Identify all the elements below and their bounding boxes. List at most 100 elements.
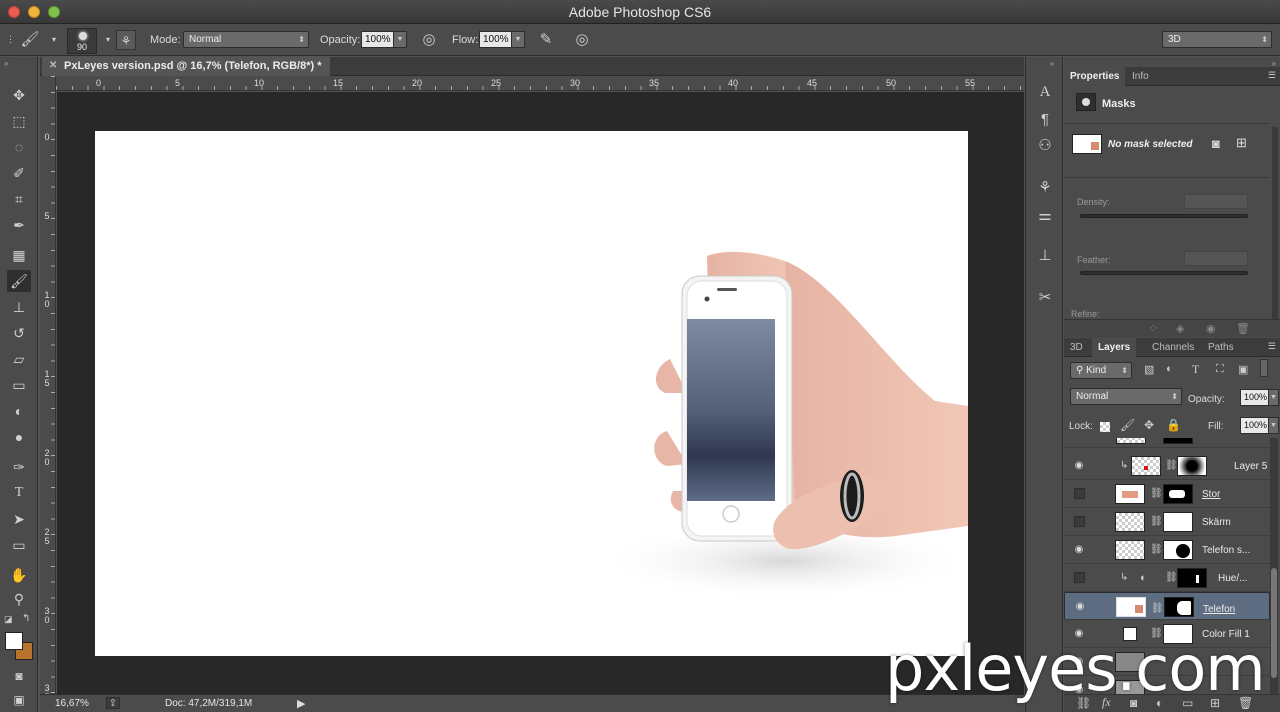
opacity-field[interactable]: 100% bbox=[361, 31, 394, 48]
canvas-area[interactable] bbox=[57, 92, 1024, 694]
move-tool-icon[interactable]: ✥ bbox=[7, 84, 31, 106]
vector-mask-icon[interactable]: ⊞ bbox=[1236, 135, 1247, 151]
foreground-color-swatch[interactable] bbox=[5, 632, 23, 650]
filter-type-icon[interactable]: T bbox=[1192, 362, 1199, 377]
filter-toggle[interactable] bbox=[1260, 359, 1268, 377]
expand-icon[interactable]: « bbox=[1050, 59, 1054, 68]
panel-menu-icon[interactable]: ☰ bbox=[1268, 341, 1276, 352]
layers-scrollbar[interactable] bbox=[1270, 438, 1278, 694]
tab-channels[interactable]: Channels bbox=[1146, 338, 1200, 357]
gradient-tool-icon[interactable]: ▭ bbox=[7, 374, 31, 396]
filter-adjustment-icon[interactable]: ◐ bbox=[1166, 363, 1173, 375]
eye-icon[interactable]: ◉ bbox=[1073, 601, 1087, 613]
brush-tool-icon[interactable]: 🖌 bbox=[7, 270, 31, 292]
layer-filter-select[interactable]: ⚲ Kind ⬍ bbox=[1070, 362, 1132, 379]
brush-presets-panel-icon[interactable]: ⚘ bbox=[1034, 177, 1056, 199]
brush-preset-picker[interactable]: 90 bbox=[67, 28, 97, 54]
density-slider[interactable] bbox=[1080, 214, 1248, 218]
tab-properties[interactable]: Properties bbox=[1064, 67, 1126, 86]
fill-field[interactable]: 100% bbox=[1240, 417, 1270, 434]
properties-scrollbar[interactable] bbox=[1272, 127, 1278, 327]
styles-panel-icon[interactable]: ⚇ bbox=[1034, 135, 1056, 157]
feather-field[interactable] bbox=[1184, 251, 1248, 266]
lock-pixels-icon[interactable]: 🖌 bbox=[1120, 418, 1135, 432]
eye-icon[interactable]: ◉ bbox=[1206, 322, 1216, 335]
chevron-down-icon[interactable]: ▾ bbox=[44, 30, 64, 50]
filter-smart-object-icon[interactable]: ▣ bbox=[1238, 363, 1248, 376]
dodge-tool-icon[interactable]: ● bbox=[7, 426, 31, 448]
close-icon[interactable]: ✕ bbox=[49, 60, 57, 71]
pen-tool-icon[interactable]: ✑ bbox=[7, 456, 31, 478]
chevron-down-icon[interactable]: ▾ bbox=[98, 30, 118, 50]
visibility-toggle[interactable] bbox=[1074, 516, 1085, 527]
tab-info[interactable]: Info bbox=[1126, 67, 1155, 86]
tab-3d[interactable]: 3D bbox=[1064, 338, 1089, 357]
brush-panel-toggle-icon[interactable]: ⚘ bbox=[116, 30, 136, 50]
blur-tool-icon[interactable]: ◐ bbox=[7, 400, 31, 422]
selection-icon[interactable]: ⁘ bbox=[1149, 322, 1158, 335]
pressure-size-icon[interactable]: ◎ bbox=[572, 30, 592, 50]
brush-tool-preset-icon[interactable]: 🖌 bbox=[20, 30, 40, 50]
quick-mask-icon[interactable]: ◙ bbox=[7, 665, 31, 687]
collapse-icon[interactable]: » bbox=[4, 59, 8, 68]
blend-mode-select[interactable]: Normal ⬍ bbox=[1070, 388, 1182, 405]
brush-panel-icon[interactable]: ⚌ bbox=[1034, 205, 1056, 227]
layer-row-skarm[interactable]: ⛓ Skärm bbox=[1064, 508, 1270, 536]
layer-row-telefon-s[interactable]: ◉ ⛓ Telefon s... bbox=[1064, 536, 1270, 564]
path-selection-tool-icon[interactable]: ➤ bbox=[7, 508, 31, 530]
history-brush-tool-icon[interactable]: ↺ bbox=[7, 322, 31, 344]
fill-dropdown[interactable]: ▼ bbox=[1268, 417, 1279, 434]
quick-selection-tool-icon[interactable]: ✐ bbox=[7, 162, 31, 184]
trash-icon[interactable]: 🗑 bbox=[1236, 322, 1250, 335]
opacity-dropdown-button[interactable]: ▼ bbox=[393, 31, 407, 48]
tab-layers[interactable]: Layers bbox=[1092, 338, 1137, 357]
marquee-tool-icon[interactable]: ⬚ bbox=[7, 110, 31, 132]
lasso-tool-icon[interactable]: ◌ bbox=[7, 136, 31, 158]
document-tab[interactable]: ✕ PxLeyes version.psd @ 16,7% (Telefon, … bbox=[42, 57, 330, 76]
visibility-toggle[interactable] bbox=[1074, 488, 1085, 499]
clone-source-panel-icon[interactable]: ⊥ bbox=[1034, 245, 1056, 267]
lock-position-icon[interactable]: ✥ bbox=[1144, 418, 1154, 432]
character-panel-icon[interactable]: A bbox=[1034, 81, 1056, 103]
panel-menu-icon[interactable]: ☰ bbox=[1268, 70, 1276, 81]
layers-scrollbar-thumb[interactable] bbox=[1271, 568, 1277, 678]
type-tool-icon[interactable]: T bbox=[7, 482, 31, 504]
paragraph-panel-icon[interactable]: ¶ bbox=[1034, 109, 1056, 131]
eye-icon[interactable]: ◉ bbox=[1072, 460, 1086, 472]
visibility-toggle[interactable] bbox=[1074, 572, 1085, 583]
rectangle-tool-icon[interactable]: ▭ bbox=[7, 534, 31, 556]
layer-opacity-field[interactable]: 100% bbox=[1240, 389, 1270, 406]
default-colors-icon[interactable]: ◪ bbox=[4, 614, 13, 625]
pixel-mask-icon[interactable]: ◙ bbox=[1212, 136, 1220, 151]
layer-row-hue[interactable]: ↳ ◐ ⛓ Hue/... bbox=[1064, 564, 1270, 592]
airbrush-icon[interactable]: ✎ bbox=[536, 30, 556, 50]
feather-slider[interactable] bbox=[1080, 271, 1248, 275]
screen-mode-icon[interactable]: ▣ bbox=[7, 689, 31, 711]
clone-stamp-tool-icon[interactable]: ⊥ bbox=[7, 296, 31, 318]
swap-colors-icon[interactable]: ↰ bbox=[22, 613, 30, 624]
lock-all-icon[interactable]: 🔒 bbox=[1166, 418, 1181, 432]
layer-row-layer-5[interactable]: ◉ ↳ ⛓ Layer 5 bbox=[1064, 452, 1270, 480]
mode-select[interactable]: Normal ⬍ bbox=[183, 31, 309, 48]
apply-mask-icon[interactable]: ◈ bbox=[1176, 322, 1184, 335]
layer-row-telefon[interactable]: ◉ ⛓ Telefon bbox=[1064, 592, 1270, 620]
share-icon[interactable]: ⇪ bbox=[106, 697, 120, 709]
hand-tool-icon[interactable]: ✋ bbox=[7, 564, 31, 586]
filter-shape-icon[interactable]: ⛶ bbox=[1216, 363, 1224, 376]
tab-paths[interactable]: Paths bbox=[1202, 338, 1240, 357]
filter-pixel-icon[interactable]: ▧ bbox=[1144, 363, 1154, 376]
eraser-tool-icon[interactable]: ▱ bbox=[7, 348, 31, 370]
eye-icon[interactable]: ◉ bbox=[1072, 544, 1086, 556]
healing-brush-tool-icon[interactable]: ▦ bbox=[7, 244, 31, 266]
lock-transparent-icon[interactable] bbox=[1100, 422, 1110, 432]
document-canvas[interactable] bbox=[95, 131, 968, 656]
workspace-select[interactable]: 3D ⬍ bbox=[1162, 31, 1272, 48]
tool-presets-panel-icon[interactable]: ✂ bbox=[1034, 287, 1056, 309]
zoom-tool-icon[interactable]: ⚲ bbox=[7, 588, 31, 610]
eyedropper-tool-icon[interactable]: ✒ bbox=[7, 214, 31, 236]
zoom-level[interactable]: 16,67% bbox=[55, 698, 89, 709]
flow-dropdown-button[interactable]: ▼ bbox=[511, 31, 525, 48]
status-menu-arrow-icon[interactable]: ▶ bbox=[297, 697, 305, 710]
layer-opacity-dropdown[interactable]: ▼ bbox=[1268, 389, 1279, 406]
density-field[interactable] bbox=[1184, 194, 1248, 209]
